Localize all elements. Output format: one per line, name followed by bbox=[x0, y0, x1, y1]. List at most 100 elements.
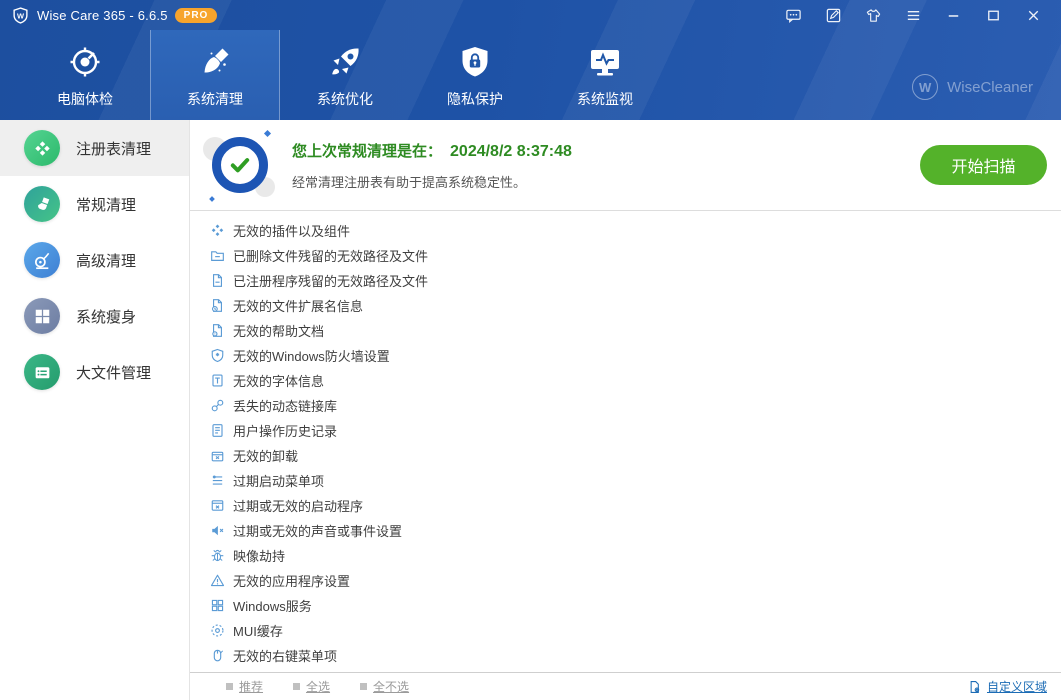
wisecleaner-logo-icon: W bbox=[912, 74, 939, 100]
list-item-label: 丢失的动态链接库 bbox=[233, 399, 338, 414]
select-none-link[interactable]: 全不选 bbox=[360, 678, 409, 695]
start-scan-button[interactable]: 开始扫描 bbox=[920, 145, 1047, 185]
custom-area-link[interactable]: 自定义区域 bbox=[968, 678, 1047, 695]
file-del-icon bbox=[210, 273, 225, 288]
theme-icon[interactable] bbox=[853, 0, 893, 30]
select-all-link[interactable]: 全选 bbox=[293, 678, 330, 695]
monitor-icon bbox=[587, 42, 623, 80]
tab-system-clean[interactable]: 系统清理 bbox=[150, 30, 280, 120]
list-item[interactable]: 过期启动菜单项 bbox=[210, 468, 1061, 493]
pc-checkup-icon bbox=[67, 42, 103, 80]
plugin-icon bbox=[210, 223, 225, 238]
check-ring-icon bbox=[212, 137, 268, 193]
list-item[interactable]: 无效的Windows防火墙设置 bbox=[210, 343, 1061, 368]
list-item[interactable]: 无效的卸载 bbox=[210, 443, 1061, 468]
footer-link-label: 全不选 bbox=[373, 680, 410, 694]
list-item-label: 过期或无效的声音或事件设置 bbox=[233, 524, 403, 539]
list-item-label: MUI缓存 bbox=[233, 624, 283, 639]
list-item[interactable]: 用户操作历史记录 bbox=[210, 418, 1061, 443]
header-texts: 您上次常规清理是在： 2024/8/2 8:37:48 经常清理注册表有助于提高系… bbox=[292, 140, 572, 191]
bug-icon bbox=[210, 548, 225, 563]
tab-privacy-protect[interactable]: 隐私保护 bbox=[410, 30, 540, 120]
list-item-label: 无效的右键菜单项 bbox=[233, 649, 338, 664]
brush-icon bbox=[24, 186, 60, 222]
tab-label: 电脑体检 bbox=[57, 90, 113, 107]
list-item-label: 无效的卸载 bbox=[233, 449, 299, 464]
sidebar-item-system-slim[interactable]: 系统瘦身 bbox=[0, 288, 189, 344]
titlebar-buttons bbox=[773, 0, 1053, 30]
sidebar-item-registry-clean[interactable]: 注册表清理 bbox=[0, 120, 189, 176]
nav-tabs: 电脑体检 系统清理 系统优化 隐私保护 系统监视 bbox=[0, 30, 670, 120]
list-item[interactable]: 无效的右键菜单项 bbox=[210, 643, 1061, 668]
titlebar: W Wise Care 365 - 6.6.5 PRO bbox=[0, 0, 1061, 30]
list-item[interactable]: Windows服务 bbox=[210, 593, 1061, 618]
close-icon[interactable] bbox=[1013, 0, 1053, 30]
uninstall-icon bbox=[210, 448, 225, 463]
list-item[interactable]: 无效的帮助文档 bbox=[210, 318, 1061, 343]
tab-label: 系统优化 bbox=[317, 90, 373, 107]
list-item-label: 用户操作历史记录 bbox=[233, 424, 338, 439]
tab-system-optimize[interactable]: 系统优化 bbox=[280, 30, 410, 120]
sidebar-item-big-file-manager[interactable]: 大文件管理 bbox=[0, 344, 189, 400]
list-item[interactable]: 已注册程序残留的无效路径及文件 bbox=[210, 268, 1061, 293]
main-nav: 电脑体检 系统清理 系统优化 隐私保护 系统监视 W WiseCleaner bbox=[0, 30, 1061, 120]
bigfile-icon bbox=[24, 354, 60, 390]
custom-area-label: 自定义区域 bbox=[986, 680, 1047, 694]
sidebar: 注册表清理 常规清理高级清理系统瘦身大文件管理 bbox=[0, 120, 190, 700]
tab-label: 系统监视 bbox=[577, 90, 633, 107]
firewall-icon bbox=[210, 348, 225, 363]
sound-icon bbox=[210, 523, 225, 538]
list-item[interactable]: 无效的文件扩展名信息 bbox=[210, 293, 1061, 318]
recommend-link[interactable]: 推荐 bbox=[226, 678, 263, 695]
window-title: Wise Care 365 - 6.6.5 bbox=[37, 7, 168, 23]
appsettings-icon bbox=[210, 573, 225, 588]
brand-text: WiseCleaner bbox=[947, 78, 1033, 96]
status-check-icon bbox=[202, 127, 278, 203]
grid-icon bbox=[24, 298, 60, 334]
app-window: W Wise Care 365 - 6.6.5 PRO 电脑体检 系统清理 系统优化… bbox=[0, 0, 1061, 700]
list-item[interactable]: 无效的插件以及组件 bbox=[210, 218, 1061, 243]
feedback-icon[interactable] bbox=[773, 0, 813, 30]
list-item-label: 无效的Windows防火墙设置 bbox=[233, 349, 390, 364]
maximize-icon[interactable] bbox=[973, 0, 1013, 30]
tab-label: 隐私保护 bbox=[447, 90, 503, 107]
list-item[interactable]: 映像劫持 bbox=[210, 543, 1061, 568]
list-item-label: 无效的插件以及组件 bbox=[233, 224, 351, 239]
contextmenu-icon bbox=[210, 648, 225, 663]
footer-links: 推荐 全选 全不选 bbox=[226, 678, 409, 695]
tab-pc-checkup[interactable]: 电脑体检 bbox=[20, 30, 150, 120]
status-description: 经常清理注册表有助于提高系统稳定性。 bbox=[292, 174, 527, 190]
minimize-icon[interactable] bbox=[933, 0, 973, 30]
sparkle-icon bbox=[263, 129, 272, 138]
registry-icon bbox=[24, 130, 60, 166]
svg-text:W: W bbox=[17, 11, 24, 20]
edit-icon[interactable] bbox=[813, 0, 853, 30]
list-item-label: 过期启动菜单项 bbox=[233, 474, 325, 489]
menu-icon[interactable] bbox=[893, 0, 933, 30]
content-header: 您上次常规清理是在： 2024/8/2 8:37:48 经常清理注册表有助于提高系… bbox=[190, 120, 1061, 211]
help-doc-icon bbox=[210, 323, 225, 338]
list-item-label: 无效的字体信息 bbox=[233, 374, 325, 389]
sidebar-item-advanced-clean[interactable]: 高级清理 bbox=[0, 232, 189, 288]
sidebar-item-label: 高级清理 bbox=[76, 252, 137, 270]
list-item-label: 无效的文件扩展名信息 bbox=[233, 299, 364, 314]
list-item[interactable]: 过期或无效的声音或事件设置 bbox=[210, 518, 1061, 543]
tab-system-monitor[interactable]: 系统监视 bbox=[540, 30, 670, 120]
list-item[interactable]: 无效的字体信息 bbox=[210, 368, 1061, 393]
list-item[interactable]: 无效的应用程序设置 bbox=[210, 568, 1061, 593]
list-item-label: 无效的帮助文档 bbox=[233, 324, 325, 339]
list-item-label: 已删除文件残留的无效路径及文件 bbox=[233, 249, 429, 264]
sidebar-item-label: 系统瘦身 bbox=[76, 308, 137, 326]
app-logo-icon: W bbox=[12, 6, 29, 24]
list-item[interactable]: 过期或无效的启动程序 bbox=[210, 493, 1061, 518]
list-item[interactable]: 已删除文件残留的无效路径及文件 bbox=[210, 243, 1061, 268]
vacuum-icon bbox=[24, 242, 60, 278]
sidebar-item-common-clean[interactable]: 常规清理 bbox=[0, 176, 189, 232]
list-item[interactable]: MUI缓存 bbox=[210, 618, 1061, 643]
list-item[interactable]: 丢失的动态链接库 bbox=[210, 393, 1061, 418]
list-item-label: 无效的应用程序设置 bbox=[233, 574, 351, 589]
font-icon bbox=[210, 373, 225, 388]
folder-del-icon bbox=[210, 248, 225, 263]
startup-icon bbox=[210, 498, 225, 513]
footer-link-label: 推荐 bbox=[239, 680, 264, 694]
